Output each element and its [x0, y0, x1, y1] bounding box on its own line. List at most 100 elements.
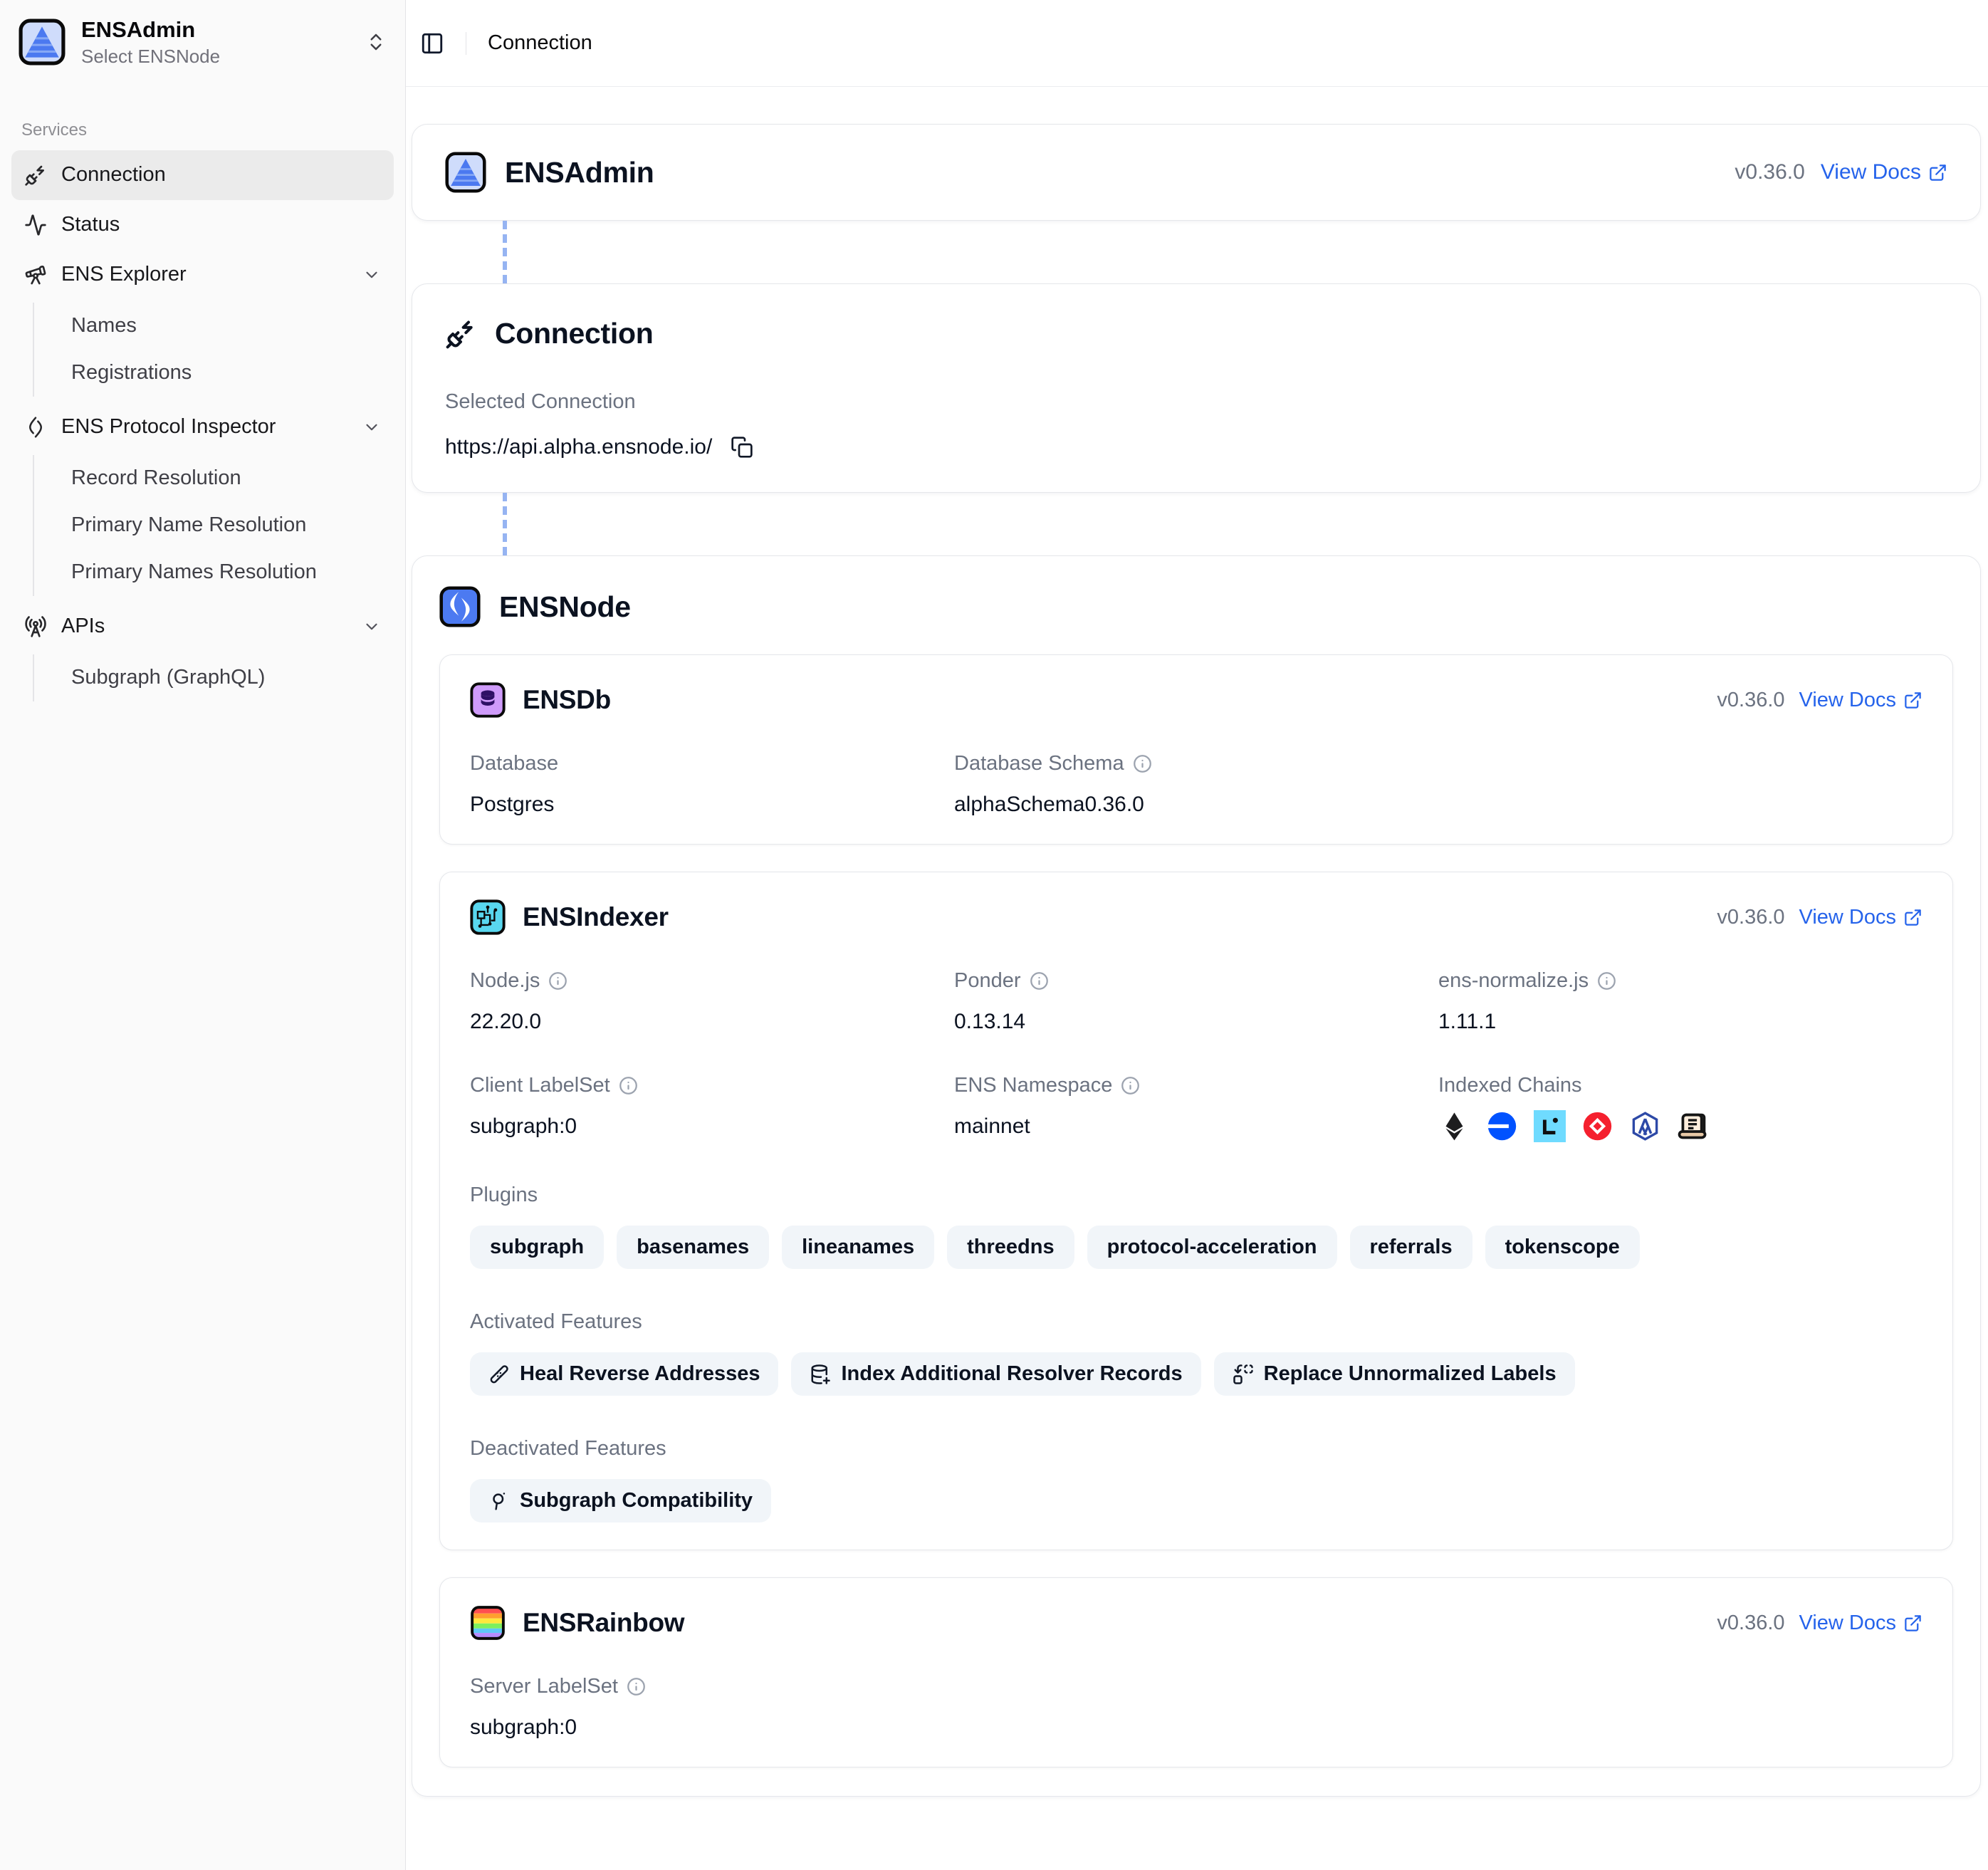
card-title: ENSRainbow: [523, 1608, 684, 1638]
sidebar-item-label: Connection: [61, 163, 166, 187]
ens-normalize-field: ens-normalize.js 1.11.1: [1438, 969, 1922, 1034]
chain-ethereum-icon[interactable]: [1438, 1110, 1470, 1142]
ensadmin-card-icon: [445, 152, 486, 193]
database-field: Database Postgres: [470, 752, 954, 817]
field-value: Postgres: [470, 793, 954, 817]
ensrainbow-icon: [470, 1605, 506, 1641]
plugin-chip: referrals: [1350, 1226, 1472, 1269]
sidebar-item-record-resolution[interactable]: Record Resolution: [61, 455, 394, 502]
apis-sublist: Subgraph (GraphQL): [33, 654, 394, 701]
field-value: alphaSchema0.36.0: [954, 793, 1438, 817]
protocol-inspector-sublist: Record Resolution Primary Name Resolutio…: [33, 455, 394, 596]
radio-tower-icon: [24, 615, 47, 638]
view-docs-link[interactable]: View Docs: [1799, 906, 1922, 929]
ens-explorer-sublist: Names Registrations: [33, 303, 394, 397]
ensadmin-card: ENSAdmin v0.36.0 View Docs: [412, 124, 1981, 221]
sidebar-item-ens-explorer[interactable]: ENS Explorer: [11, 250, 394, 300]
info-icon[interactable]: [619, 1076, 638, 1095]
sidebar-item-ens-protocol-inspector[interactable]: ENS Protocol Inspector: [11, 402, 394, 452]
chain-base-icon[interactable]: [1486, 1110, 1518, 1142]
card-title: Connection: [495, 317, 653, 350]
sidebar-item-apis[interactable]: APIs: [11, 602, 394, 652]
card-title: ENSAdmin: [505, 156, 654, 189]
server-labelset-field: Server LabelSet subgraph:0: [470, 1675, 954, 1740]
plug-zap-icon: [445, 318, 476, 350]
sidebar-item-names[interactable]: Names: [61, 303, 394, 350]
sidebar-item-connection[interactable]: Connection: [11, 150, 394, 200]
sidebar-item-label: APIs: [61, 615, 105, 638]
view-docs-link[interactable]: View Docs: [1799, 1612, 1922, 1635]
feature-chip: Subgraph Compatibility: [470, 1479, 771, 1522]
info-icon[interactable]: [1121, 1076, 1140, 1095]
ensdb-card: ENSDb v0.36.0 View Docs Database P: [439, 654, 1953, 845]
plugin-chip: lineanames: [782, 1226, 934, 1269]
client-labelset-field: Client LabelSet subgraph:0: [470, 1074, 954, 1142]
card-title: ENSIndexer: [523, 902, 669, 932]
breadcrumb: Connection: [488, 31, 592, 55]
activity-icon: [24, 214, 47, 236]
plugins-label: Plugins: [470, 1184, 1922, 1207]
ensnode-icon: [439, 586, 481, 627]
bandage-icon: [488, 1364, 510, 1385]
card-title: ENSNode: [499, 590, 631, 624]
dashed-connector: [503, 221, 507, 283]
copy-icon[interactable]: [731, 436, 753, 459]
activated-features-label: Activated Features: [470, 1310, 1922, 1334]
plugin-chip: basenames: [617, 1226, 769, 1269]
view-docs-link[interactable]: View Docs: [1799, 689, 1922, 712]
chain-linea-icon[interactable]: [1534, 1110, 1566, 1142]
ensnode-selector[interactable]: ENSAdmin Select ENSNode: [11, 11, 394, 73]
sidebar-item-label: ENS Protocol Inspector: [61, 415, 276, 439]
sidebar-item-primary-name-resolution[interactable]: Primary Name Resolution: [61, 502, 394, 549]
replace-icon: [1233, 1364, 1254, 1385]
card-title: ENSDb: [523, 685, 611, 715]
topbar: Connection: [406, 0, 1988, 87]
app-subtitle: Select ENSNode: [81, 46, 220, 68]
external-link-icon: [1903, 1614, 1922, 1633]
sidebar-item-subgraph-graphql[interactable]: Subgraph (GraphQL): [61, 654, 394, 701]
activated-features-row: Heal Reverse Addresses Index Additional …: [470, 1352, 1922, 1396]
plug-zap-icon: [24, 164, 47, 187]
field-label: Database Schema: [954, 752, 1124, 775]
chevrons-up-down-icon[interactable]: [365, 31, 387, 53]
chain-optimism-icon[interactable]: [1581, 1110, 1613, 1142]
external-link-icon: [1903, 908, 1922, 927]
ens-mark-icon: [24, 416, 47, 439]
main-area: Connection ENSAdmin v0.36.0 View Docs: [406, 0, 1988, 1870]
ensindexer-icon: [470, 899, 506, 935]
ensindexer-card: ENSIndexer v0.36.0 View Docs Node.js: [439, 872, 1953, 1550]
sidebar: ENSAdmin Select ENSNode Services Connect…: [0, 0, 406, 1870]
ensdb-icon: [470, 682, 506, 718]
chain-arbitrum-icon[interactable]: [1629, 1110, 1661, 1142]
info-icon[interactable]: [1030, 971, 1049, 991]
nodejs-field: Node.js 22.20.0: [470, 969, 954, 1034]
ensrainbow-card: ENSRainbow v0.36.0 View Docs Server Labe…: [439, 1577, 1953, 1767]
external-link-icon: [1903, 691, 1922, 710]
app-title: ENSAdmin: [81, 17, 220, 43]
external-link-icon: [1928, 163, 1947, 182]
version-badge: v0.36.0: [1717, 1612, 1784, 1635]
subgraph-compatibility-icon: [488, 1490, 510, 1512]
sidebar-item-registrations[interactable]: Registrations: [61, 350, 394, 397]
version-badge: v0.36.0: [1717, 906, 1784, 929]
sidebar-item-primary-names-resolution[interactable]: Primary Names Resolution: [61, 549, 394, 596]
version-badge: v0.36.0: [1717, 689, 1784, 712]
info-icon[interactable]: [627, 1677, 646, 1696]
connection-card: Connection Selected Connection https://a…: [412, 283, 1981, 493]
plugin-chip: subgraph: [470, 1226, 604, 1269]
deactivated-features-label: Deactivated Features: [470, 1437, 1922, 1461]
ens-namespace-field: ENS Namespace mainnet: [954, 1074, 1438, 1142]
info-icon[interactable]: [548, 971, 567, 991]
plugins-row: subgraph basenames lineanames threedns p…: [470, 1226, 1922, 1269]
database-schema-field: Database Schema alphaSchema0.36.0: [954, 752, 1438, 817]
chevron-down-icon: [362, 418, 381, 437]
sidebar-toggle-icon[interactable]: [420, 31, 444, 56]
feature-chip: Heal Reverse Addresses: [470, 1352, 778, 1396]
chain-scroll-icon[interactable]: [1677, 1110, 1709, 1142]
sidebar-item-label: Status: [61, 213, 120, 236]
info-icon[interactable]: [1133, 754, 1152, 773]
sidebar-item-status[interactable]: Status: [11, 200, 394, 250]
view-docs-link[interactable]: View Docs: [1821, 160, 1947, 184]
ensadmin-logo-icon: [19, 19, 66, 66]
info-icon[interactable]: [1597, 971, 1616, 991]
